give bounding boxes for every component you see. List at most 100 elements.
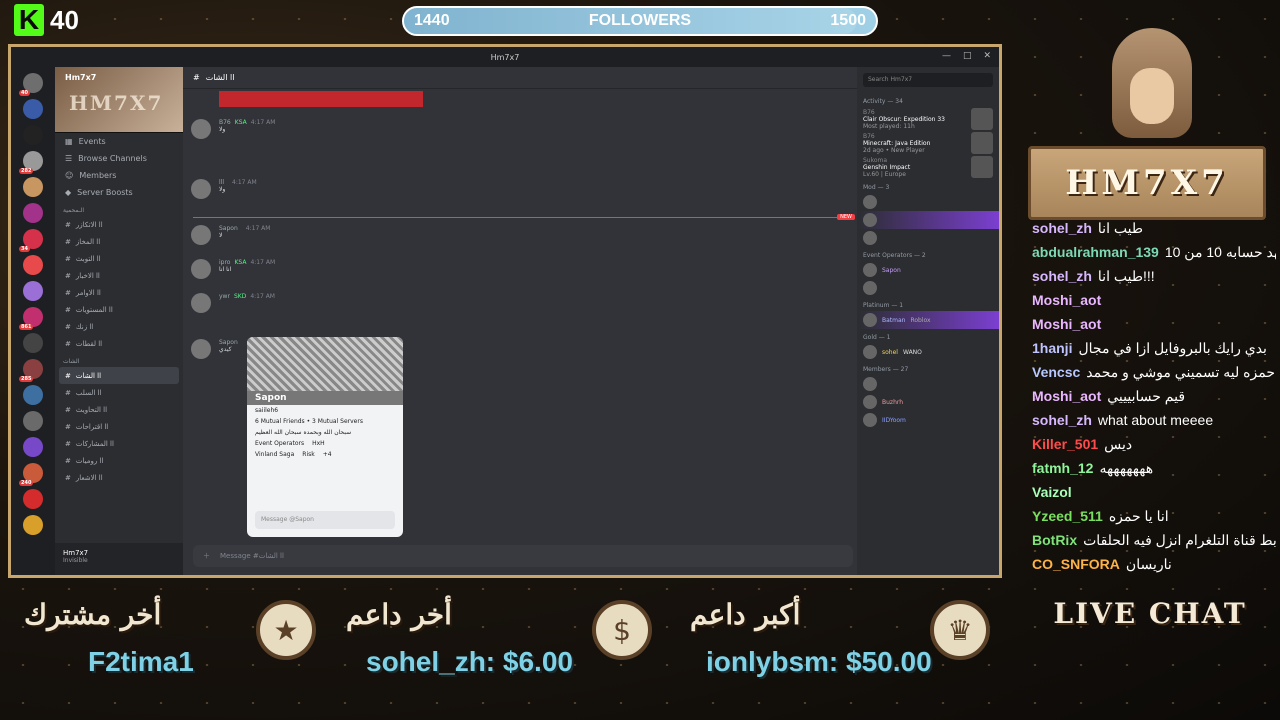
server-icon[interactable] (23, 333, 43, 353)
member-row[interactable]: Batman Roblox (857, 311, 999, 329)
dm-input[interactable]: Message @Sapon (255, 511, 395, 529)
message-author[interactable]: Sapon (219, 339, 238, 346)
hash-icon: # (65, 371, 71, 380)
server-icon[interactable]: 282 (19, 151, 43, 174)
chat-username[interactable]: Moshi_aot (1032, 292, 1101, 308)
member-row[interactable]: IIDYoom (857, 411, 999, 429)
message-timestamp: 4:17 AM (245, 225, 271, 232)
streamer-avatar (1092, 28, 1212, 148)
chat-username[interactable]: 1hanji (1032, 340, 1072, 356)
member-row[interactable] (857, 211, 999, 229)
server-icon[interactable] (23, 177, 43, 197)
member-row[interactable]: sohel WANO (857, 343, 999, 361)
message-author[interactable]: ywr (219, 293, 230, 300)
minimize-icon[interactable]: — (942, 51, 951, 61)
avatar[interactable] (191, 225, 211, 245)
member-row[interactable]: Buzhrh (857, 393, 999, 411)
server-icon[interactable] (23, 281, 43, 301)
server-icon[interactable] (23, 99, 43, 119)
banner-logo: HM7X7 (69, 91, 164, 115)
maximize-icon[interactable]: □ (963, 51, 972, 61)
embed-image[interactable] (219, 91, 423, 107)
chat-username[interactable]: sohel_zh (1032, 268, 1092, 284)
avatar[interactable] (191, 179, 211, 199)
channel-item[interactable]: # الاخبار ll (55, 267, 183, 284)
followers-current: 1440 (414, 12, 450, 29)
chat-username[interactable]: Vaizol (1032, 484, 1072, 500)
chat-username[interactable]: sohel_zh (1032, 220, 1092, 236)
chat-username[interactable]: BotRix (1032, 532, 1077, 548)
chat-username[interactable]: fatmh_12 (1032, 460, 1093, 476)
server-icon[interactable] (23, 203, 43, 223)
category-header[interactable]: الـمحمية (55, 201, 183, 216)
message-author[interactable]: B76 (219, 119, 231, 126)
user-panel[interactable]: Hm7x7 Invisible (55, 543, 183, 575)
channel-item[interactable]: # المشاركات ll (55, 435, 183, 452)
avatar[interactable] (191, 259, 211, 279)
add-attachment-icon[interactable]: ＋ (203, 551, 210, 561)
channel-item[interactable]: # الاوامر ll (55, 284, 183, 301)
channel-item[interactable]: # الاشعار ll (55, 469, 183, 486)
channel-item[interactable]: # المخاز ll (55, 233, 183, 250)
server-icon[interactable] (23, 385, 43, 405)
chat-username[interactable]: Vencsc (1032, 364, 1080, 380)
message-author[interactable]: ipro (219, 259, 230, 266)
mutual-info[interactable]: 6 Mutual Friends • 3 Mutual Servers (247, 416, 403, 427)
chat-username[interactable]: abdualrahman_139 (1032, 244, 1159, 260)
channel-item[interactable]: # روميات ll (55, 452, 183, 469)
channel-item[interactable]: # زنك ll (55, 318, 183, 335)
channel-item[interactable]: # اقتراحات ll (55, 418, 183, 435)
search-input[interactable]: Search Hm7x7 (863, 73, 993, 87)
chat-username[interactable]: Killer_501 (1032, 436, 1098, 452)
message-author[interactable]: Sapon (219, 225, 238, 232)
server-icon[interactable] (23, 255, 43, 275)
server-icon[interactable] (23, 411, 43, 431)
channel-item[interactable]: # لقطات ll (55, 335, 183, 352)
chat-username[interactable]: Yzeed_511 (1032, 508, 1103, 524)
message-input[interactable]: ＋ Message #الشات ll (193, 545, 853, 567)
nav-members[interactable]: ☺ Members (55, 167, 183, 184)
channel-item[interactable]: # السلب ll (55, 384, 183, 401)
avatar[interactable] (191, 119, 211, 139)
chat-username[interactable]: Moshi_aot (1032, 388, 1101, 404)
server-icon[interactable]: 240 (19, 463, 43, 486)
channel-item[interactable]: # التحاويث ll (55, 401, 183, 418)
member-row[interactable] (857, 229, 999, 247)
server-name[interactable]: Hm7x7 (65, 73, 96, 82)
member-row[interactable] (857, 375, 999, 393)
chat-username[interactable]: Moshi_aot (1032, 316, 1101, 332)
server-icon[interactable] (23, 125, 43, 145)
avatar[interactable] (191, 339, 211, 359)
nav-server-boosts[interactable]: ◆ Server Boosts (55, 184, 183, 201)
close-icon[interactable]: ✕ (983, 51, 991, 61)
channel-item[interactable]: # التوبث ll (55, 250, 183, 267)
server-icon[interactable] (23, 489, 43, 509)
channel-item[interactable]: # الشات ll (59, 367, 179, 384)
member-row[interactable] (857, 193, 999, 211)
nav-browse-channels[interactable]: ☰ Browse Channels (55, 150, 183, 167)
member-row[interactable] (857, 279, 999, 297)
server-banner[interactable]: Hm7x7 HM7X7 (55, 67, 183, 133)
category-header[interactable]: الشات (55, 352, 183, 367)
more-roles[interactable]: +4 (323, 451, 332, 458)
activity-card[interactable]: B76 Minecraft: Java Edition 2d ago • New P… (857, 131, 999, 155)
server-icon[interactable]: 285 (19, 359, 43, 382)
channel-item[interactable]: # المستويات ll (55, 301, 183, 318)
message-author[interactable]: lll (219, 179, 224, 186)
chat-username[interactable]: sohel_zh (1032, 412, 1092, 428)
activity-card[interactable]: B76 Clair Obscur: Expedition 33 Most playe… (857, 107, 999, 131)
avatar[interactable] (191, 293, 211, 313)
channel-item[interactable]: # الاتكازر ll (55, 216, 183, 233)
chat-message: Moshi_aot (1030, 288, 1276, 312)
chat-username[interactable]: CO_SNFORA (1032, 556, 1120, 572)
chat-message: sohel_zh طيب انا (1030, 216, 1276, 240)
server-icon[interactable]: 861 (19, 307, 43, 330)
activity-card[interactable]: Sukoma Genshin Impact Lv.60 | Europe (857, 155, 999, 179)
nav-events[interactable]: ▦ Events (55, 133, 183, 150)
member-name: IIDYoom (882, 416, 906, 424)
server-icon[interactable]: 40 (19, 73, 43, 96)
server-icon[interactable] (23, 515, 43, 535)
member-row[interactable]: Sapon (857, 261, 999, 279)
server-icon[interactable] (23, 437, 43, 457)
server-icon[interactable]: 34 (19, 229, 43, 252)
